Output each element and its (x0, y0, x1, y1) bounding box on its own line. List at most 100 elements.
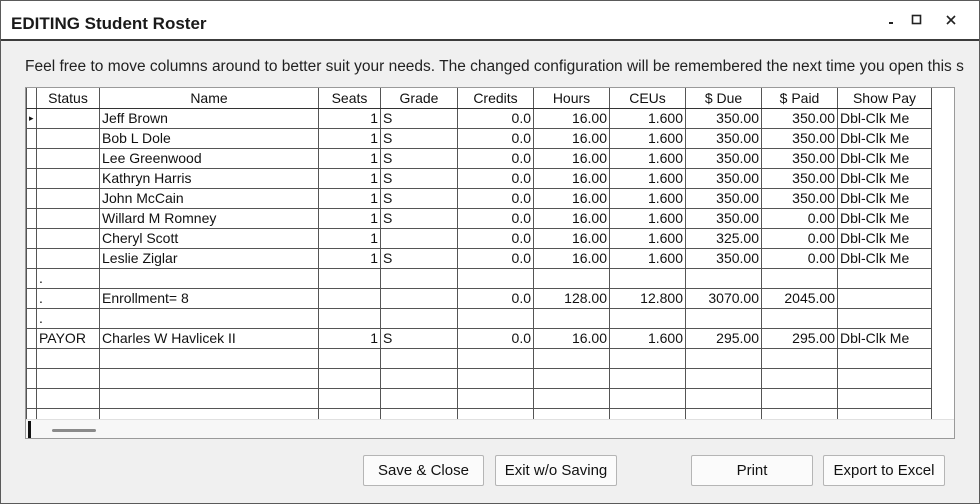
row-indicator[interactable] (26, 127, 37, 149)
cell-grade[interactable] (380, 287, 458, 309)
cell-status[interactable] (36, 147, 100, 169)
cell-paid[interactable]: 0.00 (761, 207, 838, 229)
cell-seats[interactable] (318, 287, 381, 309)
cell-show-pay[interactable] (837, 307, 932, 329)
row-indicator[interactable] (26, 347, 37, 369)
cell-grade[interactable]: S (380, 207, 458, 229)
cell-credits[interactable]: 0.0 (457, 227, 534, 249)
cell-hours[interactable] (533, 307, 610, 329)
cell-name[interactable]: John McCain (99, 187, 319, 209)
cell-status[interactable]: . (36, 287, 100, 309)
row-indicator[interactable] (26, 387, 37, 409)
cell-due[interactable]: 350.00 (685, 187, 762, 209)
table-row[interactable]: . Enrollment= 8 0.0 128.00 12.800 3070.00 2045… (26, 287, 932, 309)
row-indicator[interactable] (26, 247, 37, 269)
cell-ceus[interactable]: 1.600 (609, 127, 686, 149)
cell-due[interactable]: 295.00 (685, 327, 762, 349)
row-indicator[interactable] (26, 167, 37, 189)
cell-paid[interactable]: 350.00 (761, 167, 838, 189)
cell-status[interactable] (36, 107, 100, 129)
cell-hours[interactable]: 16.00 (533, 107, 610, 129)
cell-ceus[interactable]: 1.600 (609, 167, 686, 189)
cell-seats[interactable] (318, 387, 381, 409)
cell-due[interactable]: 350.00 (685, 247, 762, 269)
cell-due[interactable]: 3070.00 (685, 287, 762, 309)
cell-credits[interactable]: 0.0 (457, 327, 534, 349)
cell-hours[interactable]: 16.00 (533, 227, 610, 249)
cell-status[interactable]: PAYOR (36, 327, 100, 349)
table-row[interactable]: Bob L Dole 1 S 0.0 16.00 1.600 350.00 350.00 Dbl… (26, 127, 932, 149)
cell-ceus[interactable]: 1.600 (609, 187, 686, 209)
cell-seats[interactable]: 1 (318, 107, 381, 129)
cell-name[interactable]: Bob L Dole (99, 127, 319, 149)
cell-grade[interactable] (380, 227, 458, 249)
export-excel-button[interactable]: Export to Excel (823, 455, 945, 486)
table-row[interactable]: John McCain 1 S 0.0 16.00 1.600 350.00 350.00 Db… (26, 187, 932, 209)
cell-name[interactable]: Leslie Ziglar (99, 247, 319, 269)
cell-ceus[interactable]: 1.600 (609, 107, 686, 129)
cell-paid[interactable]: 295.00 (761, 327, 838, 349)
table-row[interactable]: PAYOR Charles W Havlicek II 1 S 0.0 16.00 1.60… (26, 327, 932, 349)
cell-show-pay[interactable]: Dbl-Clk Me (837, 147, 932, 169)
cell-status[interactable] (36, 247, 100, 269)
cell-due[interactable] (685, 347, 762, 369)
cell-paid[interactable]: 350.00 (761, 147, 838, 169)
cell-name[interactable]: Lee Greenwood (99, 147, 319, 169)
cell-show-pay[interactable]: Dbl-Clk Me (837, 127, 932, 149)
row-indicator[interactable] (26, 267, 37, 289)
cell-paid[interactable]: 0.00 (761, 227, 838, 249)
cell-credits[interactable] (457, 347, 534, 369)
cell-show-pay[interactable] (837, 347, 932, 369)
cell-name[interactable]: Willard M Romney (99, 207, 319, 229)
column-header-credits[interactable]: Credits (457, 88, 534, 109)
roster-grid[interactable]: Status Name Seats Grade Credits Hours CE… (25, 87, 955, 439)
row-indicator[interactable] (26, 367, 37, 389)
cell-due[interactable] (685, 307, 762, 329)
row-indicator[interactable] (26, 147, 37, 169)
cell-status[interactable] (36, 387, 100, 409)
cell-credits[interactable]: 0.0 (457, 247, 534, 269)
cell-status[interactable] (36, 367, 100, 389)
cell-hours[interactable]: 16.00 (533, 147, 610, 169)
cell-hours[interactable]: 16.00 (533, 187, 610, 209)
row-indicator[interactable] (26, 287, 37, 309)
row-indicator[interactable]: ▸ (26, 107, 37, 129)
cell-seats[interactable]: 1 (318, 207, 381, 229)
cell-due[interactable] (685, 267, 762, 289)
column-header-seats[interactable]: Seats (318, 88, 381, 109)
column-header-ceus[interactable]: CEUs (609, 88, 686, 109)
cell-credits[interactable]: 0.0 (457, 147, 534, 169)
cell-ceus[interactable]: 1.600 (609, 327, 686, 349)
cell-grade[interactable]: S (380, 107, 458, 129)
scrollbar-thumb[interactable] (52, 429, 96, 432)
cell-seats[interactable]: 1 (318, 187, 381, 209)
cell-seats[interactable]: 1 (318, 147, 381, 169)
cell-show-pay[interactable]: Dbl-Clk Me (837, 247, 932, 269)
cell-due[interactable]: 325.00 (685, 227, 762, 249)
cell-credits[interactable]: 0.0 (457, 207, 534, 229)
cell-grade[interactable] (380, 307, 458, 329)
cell-hours[interactable]: 16.00 (533, 167, 610, 189)
row-indicator[interactable] (26, 307, 37, 329)
cell-hours[interactable] (533, 267, 610, 289)
cell-show-pay[interactable] (837, 387, 932, 409)
cell-credits[interactable]: 0.0 (457, 287, 534, 309)
cell-grade[interactable] (380, 367, 458, 389)
column-header-name[interactable]: Name (99, 88, 319, 109)
cell-hours[interactable] (533, 367, 610, 389)
cell-hours[interactable]: 16.00 (533, 327, 610, 349)
cell-name[interactable]: Cheryl Scott (99, 227, 319, 249)
cell-name[interactable] (99, 367, 319, 389)
cell-paid[interactable] (761, 367, 838, 389)
cell-ceus[interactable] (609, 267, 686, 289)
horizontal-scrollbar[interactable] (26, 419, 954, 438)
cell-credits[interactable] (457, 307, 534, 329)
cell-name[interactable] (99, 307, 319, 329)
cell-due[interactable] (685, 367, 762, 389)
table-row[interactable]: Lee Greenwood 1 S 0.0 16.00 1.600 350.00 350.00… (26, 147, 932, 169)
cell-seats[interactable] (318, 347, 381, 369)
table-row[interactable]: . (26, 267, 932, 289)
cell-paid[interactable] (761, 387, 838, 409)
cell-seats[interactable] (318, 367, 381, 389)
cell-credits[interactable] (457, 267, 534, 289)
